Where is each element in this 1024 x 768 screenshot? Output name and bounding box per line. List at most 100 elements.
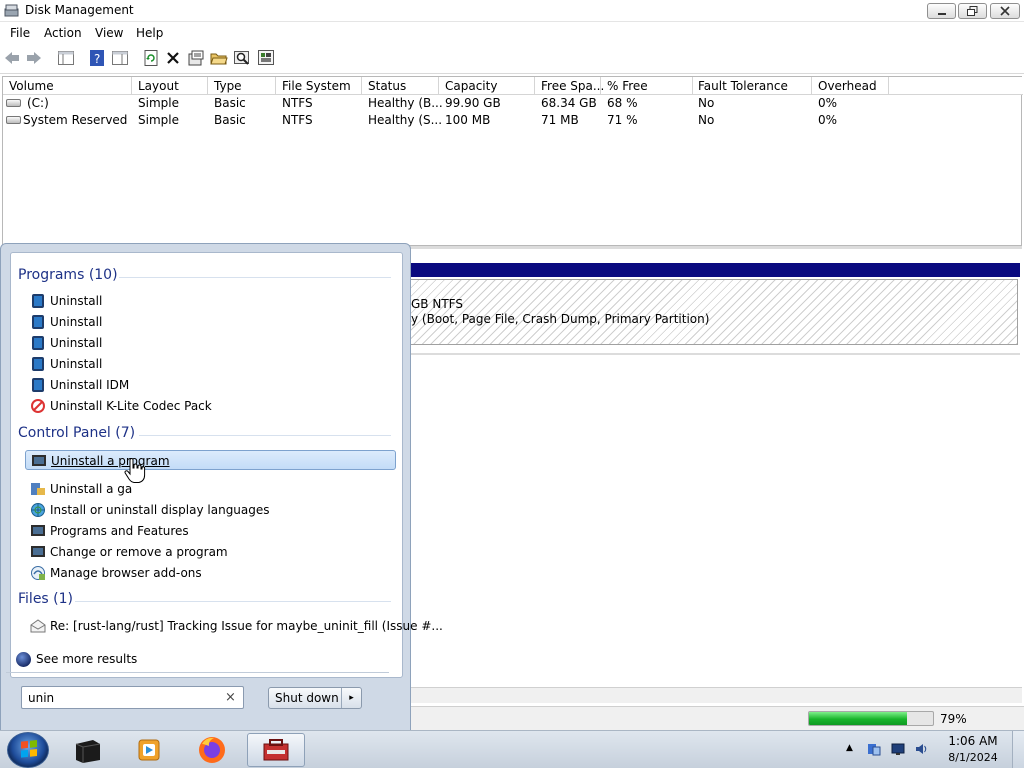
open-folder-icon[interactable] <box>210 49 228 67</box>
result-uninstall-4[interactable]: Uninstall <box>25 354 396 374</box>
start-search-input[interactable]: unin × <box>21 686 244 709</box>
restore-icon <box>967 6 978 16</box>
column-header-overhead[interactable]: Overhead <box>818 79 877 93</box>
column-header-file-system[interactable]: File System <box>282 79 351 93</box>
toolbar: ? <box>0 44 1024 74</box>
svg-text:?: ? <box>94 52 100 66</box>
partition-block-c[interactable]: GB NTFS y (Boot, Page File, Crash Dump, … <box>410 279 1018 345</box>
taskbar-disk-management-button[interactable] <box>247 733 305 767</box>
menu-help[interactable]: Help <box>136 26 163 40</box>
disk-divider <box>408 353 1020 355</box>
close-button[interactable] <box>990 3 1020 19</box>
drive-icon <box>6 116 21 124</box>
tray-clock-time[interactable]: 1:06 AM <box>945 734 1001 748</box>
cell-status: Healthy (S... <box>368 113 443 127</box>
result-label: Uninstall <box>50 294 103 308</box>
see-more-results-label: See more results <box>36 652 138 666</box>
search-icon[interactable] <box>233 49 251 67</box>
browser-addons-icon <box>31 566 45 580</box>
hand-cursor-icon <box>124 458 146 483</box>
delete-icon[interactable] <box>164 49 182 67</box>
result-uninstall-idm[interactable]: Uninstall IDM <box>25 375 396 395</box>
start-menu: Programs (10) Uninstall Uninstall Uninst… <box>0 243 443 731</box>
menu-action[interactable]: Action <box>44 26 82 40</box>
gadget-icon <box>31 483 45 495</box>
result-label: Install or uninstall display languages <box>50 503 270 517</box>
help-icon[interactable]: ? <box>88 49 106 67</box>
column-header-free-space[interactable]: Free Spa... <box>541 79 604 93</box>
cell-overhead: 0% <box>818 113 838 127</box>
volume-row[interactable]: System Reserved Simple Basic NTFS Health… <box>3 112 1023 129</box>
explorer-icon <box>75 740 101 763</box>
menu-bar: File Action View Help <box>0 22 1024 44</box>
program-icon <box>32 336 44 350</box>
result-rust-issue-file[interactable]: Re: [rust-lang/rust] Tracking Issue for … <box>25 616 443 636</box>
result-programs-and-features[interactable]: Programs and Features <box>25 521 396 541</box>
partition-status-label: y (Boot, Page File, Crash Dump, Primary … <box>411 312 710 326</box>
cell-layout: Simple <box>138 96 179 110</box>
back-arrow-icon[interactable] <box>3 49 21 67</box>
progress-percent-label: 79% <box>940 712 967 726</box>
result-display-languages[interactable]: Install or uninstall display languages <box>25 500 396 520</box>
result-label: Change or remove a program <box>50 545 228 559</box>
column-header-volume[interactable]: Volume <box>9 79 54 93</box>
result-manage-browser-addons[interactable]: Manage browser add-ons <box>25 563 396 583</box>
list-view-icon[interactable] <box>111 49 129 67</box>
disk-management-icon <box>263 739 289 761</box>
taskbar-media-player-button[interactable] <box>126 733 170 767</box>
minimize-button[interactable] <box>927 3 956 19</box>
column-header-percent-free[interactable]: % Free <box>607 79 648 93</box>
forward-arrow-icon[interactable] <box>25 49 43 67</box>
result-uninstall-3[interactable]: Uninstall <box>25 333 396 353</box>
disk-management-app-icon <box>4 4 19 17</box>
settings-icon[interactable] <box>257 49 275 67</box>
refresh-icon[interactable] <box>142 49 160 67</box>
cell-volume: (C:) <box>27 96 49 110</box>
menu-file[interactable]: File <box>10 26 30 40</box>
column-header-type[interactable]: Type <box>214 79 242 93</box>
result-label: Uninstall <box>50 357 103 371</box>
volume-tray-icon[interactable] <box>914 742 928 756</box>
horizontal-scrollbar[interactable] <box>408 687 1022 703</box>
partition-header-band <box>410 263 1020 277</box>
result-change-remove-program[interactable]: Change or remove a program <box>25 542 396 562</box>
cell-file-system: NTFS <box>282 96 313 110</box>
column-header-capacity[interactable]: Capacity <box>445 79 497 93</box>
taskbar-explorer-button[interactable] <box>66 733 110 767</box>
taskbar-firefox-button[interactable] <box>190 733 234 767</box>
result-uninstall-2[interactable]: Uninstall <box>25 312 396 332</box>
shutdown-button[interactable]: Shut down ▸ <box>268 687 362 709</box>
display-tray-icon[interactable] <box>891 742 905 756</box>
properties-icon[interactable] <box>187 49 205 67</box>
show-desktop-button[interactable] <box>1012 731 1024 768</box>
shutdown-options-arrow-icon[interactable]: ▸ <box>341 688 361 708</box>
search-input-value: unin <box>28 691 55 705</box>
search-results-panel: Programs (10) Uninstall Uninstall Uninst… <box>10 252 443 678</box>
shutdown-label: Shut down <box>275 691 339 705</box>
column-header-fault-tolerance[interactable]: Fault Tolerance <box>698 79 788 93</box>
tray-expand-arrow-icon[interactable]: ▲ <box>846 743 856 757</box>
menu-view[interactable]: View <box>95 26 123 40</box>
progress-bar <box>808 711 934 726</box>
result-label: Uninstall <box>50 315 103 329</box>
mail-icon <box>30 619 46 633</box>
network-tray-icon[interactable] <box>867 742 881 756</box>
cell-fault-tolerance: No <box>698 113 715 127</box>
start-button[interactable] <box>7 732 49 768</box>
console-tree-icon[interactable] <box>57 49 75 67</box>
program-icon <box>32 357 44 371</box>
column-header-layout[interactable]: Layout <box>138 79 179 93</box>
group-title-files: Files (1) <box>18 591 74 607</box>
cell-percent-free: 71 % <box>607 113 638 127</box>
tray-clock-date[interactable]: 8/1/2024 <box>945 751 1001 764</box>
partition-size-label: GB NTFS <box>411 297 463 311</box>
result-uninstall-1[interactable]: Uninstall <box>25 291 396 311</box>
clear-search-icon[interactable]: × <box>225 690 236 705</box>
volume-row[interactable]: (C:) Simple Basic NTFS Healthy (B... 99.… <box>3 95 1023 112</box>
result-uninstall-a-gadget[interactable]: Uninstall a gadget <box>25 479 396 499</box>
cell-free-space: 71 MB <box>541 113 579 127</box>
result-uninstall-klite[interactable]: Uninstall K-Lite Codec Pack <box>25 396 396 416</box>
column-header-status[interactable]: Status <box>368 79 406 93</box>
restore-button[interactable] <box>958 3 987 19</box>
result-uninstall-a-program[interactable]: Uninstall a program <box>25 450 396 470</box>
